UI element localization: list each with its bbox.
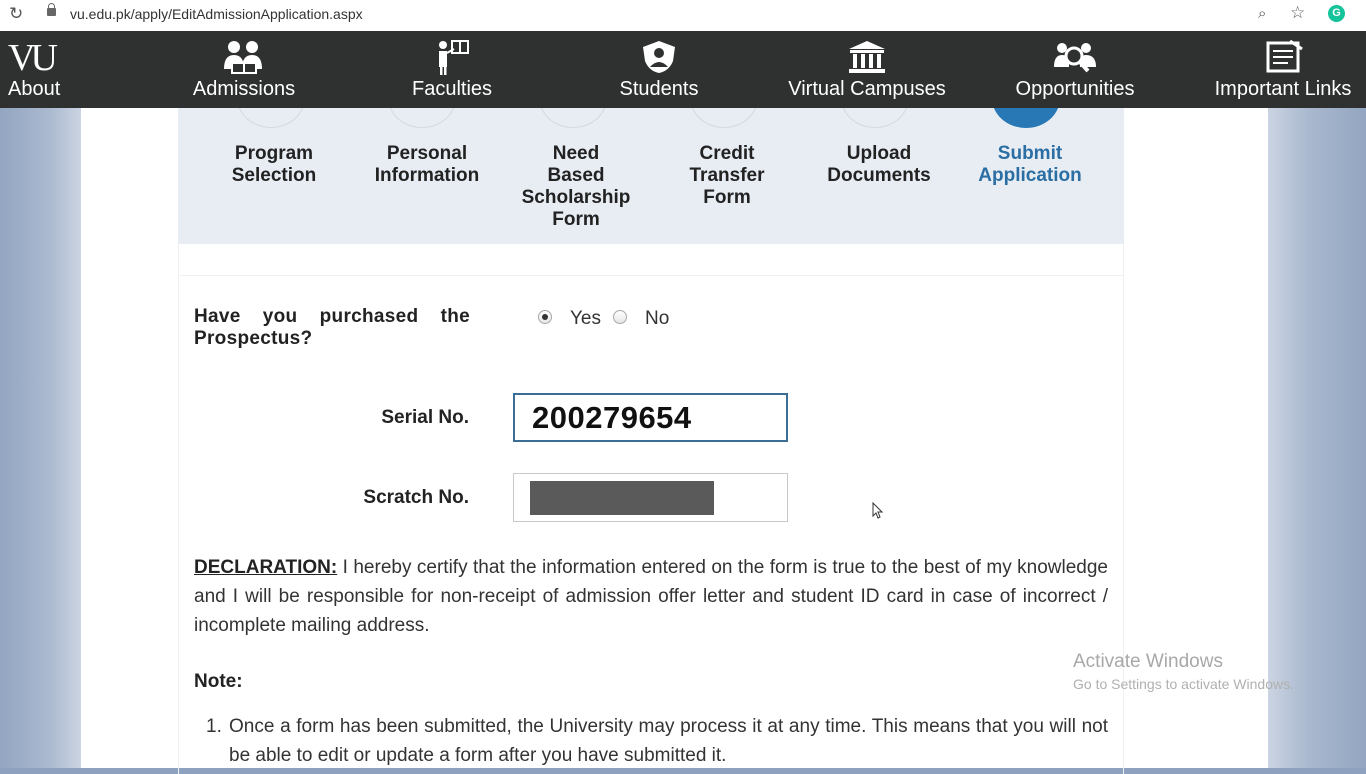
mouse-cursor-icon xyxy=(872,501,884,525)
nav-item-virtual-campuses[interactable]: Virtual Campuses xyxy=(785,31,949,108)
prospectus-yes-radio[interactable] xyxy=(538,310,552,324)
step-circle-credit[interactable] xyxy=(690,108,758,128)
teacher-board-icon xyxy=(439,40,469,75)
nav-label: About xyxy=(8,78,61,100)
nav-item-opportunities[interactable]: Opportunities xyxy=(1008,31,1142,108)
lock-icon[interactable] xyxy=(47,3,56,16)
nav-label: Opportunities xyxy=(1015,78,1135,100)
step-circle-scholarship[interactable] xyxy=(539,108,607,128)
step-need-based-scholarship[interactable]: Need Based Scholarship Form xyxy=(501,143,651,231)
note-item: 1. Once a form has been submitted, the U… xyxy=(206,716,1108,766)
zoom-icon[interactable]: ⌕ xyxy=(1258,5,1266,22)
yes-label[interactable]: Yes xyxy=(570,308,601,330)
serial-no-input[interactable]: 200279654 xyxy=(513,393,788,442)
declaration-title: DECLARATION: xyxy=(194,557,338,578)
document-icon xyxy=(1266,39,1303,73)
page-side-left xyxy=(0,108,81,768)
building-columns-icon xyxy=(849,41,885,73)
prospectus-question-cont: Prospectus? xyxy=(194,328,313,349)
vu-logo-icon: VU xyxy=(8,37,58,79)
step-program-selection[interactable]: Program Selection xyxy=(199,143,349,187)
activate-windows-watermark: Activate Windows xyxy=(1073,651,1223,672)
nav-item-important-links[interactable]: Important Links xyxy=(1208,31,1358,108)
people-book-icon xyxy=(224,41,262,74)
nav-item-students[interactable]: Students xyxy=(610,31,708,108)
step-credit-transfer[interactable]: Credit Transfer Form xyxy=(652,143,802,209)
nav-item-about[interactable]: VU About xyxy=(0,31,75,108)
nav-label: Faculties xyxy=(411,78,493,100)
step-personal-information[interactable]: Personal Information xyxy=(352,143,502,187)
nav-label: Students xyxy=(619,78,699,100)
page-side-right xyxy=(1268,108,1366,768)
step-circle-program[interactable] xyxy=(237,108,305,128)
nav-label: Important Links xyxy=(1214,78,1352,100)
scratch-no-label: Scratch No. xyxy=(363,487,469,508)
nav-item-admissions[interactable]: Admissions xyxy=(184,31,304,108)
nav-item-faculties[interactable]: Faculties xyxy=(400,31,504,108)
serial-no-label: Serial No. xyxy=(381,407,469,428)
step-circle-submit[interactable] xyxy=(992,108,1060,128)
no-label[interactable]: No xyxy=(645,308,669,330)
url-text[interactable]: vu.edu.pk/apply/EditAdmissionApplication… xyxy=(70,6,363,22)
redacted-value xyxy=(530,481,714,515)
browser-address-bar: ↻ vu.edu.pk/apply/EditAdmissionApplicati… xyxy=(0,0,1366,32)
bookmark-star-icon[interactable]: ☆ xyxy=(1290,3,1305,23)
student-shield-icon xyxy=(643,41,675,73)
prospectus-no-radio[interactable] xyxy=(613,310,627,324)
nav-label: Virtual Campuses xyxy=(788,78,946,100)
scratch-no-input[interactable] xyxy=(513,473,788,522)
serial-no-value: 200279654 xyxy=(532,400,692,435)
activate-windows-hint: Go to Settings to activate Windows. xyxy=(1073,676,1294,692)
prospectus-question: Have you purchased the xyxy=(194,306,470,327)
reload-icon[interactable]: ↻ xyxy=(9,4,23,24)
step-upload-documents[interactable]: Upload Documents xyxy=(804,143,954,187)
declaration-text: DECLARATION: I hereby certify that the i… xyxy=(194,557,1108,636)
step-submit-application[interactable]: Submit Application xyxy=(955,143,1105,187)
grammarly-icon[interactable]: G xyxy=(1328,5,1345,22)
people-search-icon xyxy=(1054,43,1096,73)
note-title: Note: xyxy=(194,671,243,692)
divider xyxy=(178,275,1124,276)
step-progress-bar: Program Selection Personal Information N… xyxy=(178,108,1124,244)
top-navigation: VU About Admissions Faculties Students V… xyxy=(0,31,1366,108)
step-circle-personal[interactable] xyxy=(388,108,456,128)
step-circle-upload[interactable] xyxy=(841,108,909,128)
nav-label: Admissions xyxy=(192,78,296,100)
